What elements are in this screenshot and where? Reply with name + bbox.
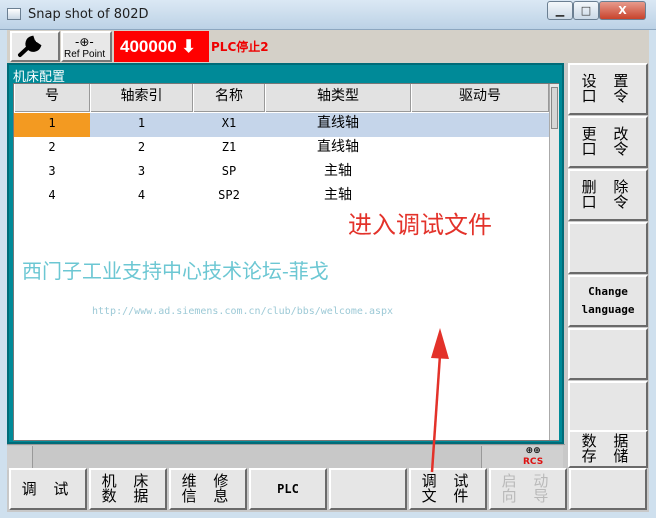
ref-point-icon: -⊕- <box>75 35 94 49</box>
set-password-softkey[interactable]: 设 置 口 令 <box>568 63 648 115</box>
machine-config-panel: 机床配置 号 轴索引 名称 轴类型 驱动号 1 1 X1 直线轴 2 2 Z1 … <box>7 63 564 444</box>
watermark-url: http://www.ad.siemens.com.cn/club/bbs/we… <box>92 306 394 317</box>
app-icon <box>7 8 21 20</box>
plc-softkey[interactable]: PLC <box>249 468 327 510</box>
cell-no: 2 <box>48 140 56 154</box>
annotation-text: 进入调试文件 <box>348 211 492 239</box>
message-field-right <box>481 446 563 470</box>
cell-no: 4 <box>48 188 56 202</box>
horizontal-softkey-8[interactable] <box>569 468 647 510</box>
vertical-softkey-7[interactable] <box>568 381 648 433</box>
ref-point-button[interactable]: -⊕- Ref Point <box>61 31 112 62</box>
cell-name: X1 <box>221 116 237 130</box>
startup-wizard-softkey[interactable]: 启 动 向 导 <box>489 468 567 510</box>
message-field-left <box>7 446 33 470</box>
cell-axis-index: 3 <box>137 164 146 178</box>
override-value: 400000 <box>120 37 177 56</box>
wrench-icon[interactable] <box>10 31 60 62</box>
column-header-no: 号 <box>14 84 90 112</box>
cell-no: 1 <box>14 113 90 137</box>
cell-no: 3 <box>48 164 56 178</box>
plc-status-text: PLC停止2 <box>211 40 269 54</box>
table-row[interactable]: 2 2 Z1 直线轴 <box>14 137 549 161</box>
commissioning-files-softkey[interactable]: 调 试 文 件 <box>409 468 487 510</box>
close-button[interactable]: X <box>599 1 646 20</box>
cell-axis-index: 2 <box>137 140 146 154</box>
cell-axis-index: 4 <box>137 188 146 202</box>
save-data-softkey[interactable]: 数 据 存 储 <box>568 430 648 468</box>
watermark-text: 西门子工业支持中心技术论坛-菲戈 <box>22 259 329 283</box>
minimize-button[interactable]: ▁ <box>547 1 573 20</box>
column-header-axis-type: 轴类型 <box>265 84 411 112</box>
delete-password-softkey[interactable]: 删 除 口 令 <box>568 169 648 221</box>
table-row[interactable]: 1 1 X1 直线轴 <box>14 113 549 137</box>
table-row[interactable]: 3 3 SP 主轴 <box>14 161 549 185</box>
cell-axis-type: 主轴 <box>324 163 352 179</box>
vertical-scrollbar[interactable] <box>549 84 559 440</box>
vertical-softkey-6[interactable] <box>568 328 648 380</box>
column-header-axis-index: 轴索引 <box>90 84 193 112</box>
horizontal-softkey-5[interactable] <box>329 468 407 510</box>
cell-drive <box>411 137 549 161</box>
service-info-softkey[interactable]: 维 修 信 息 <box>169 468 247 510</box>
column-header-drive: 驱动号 <box>411 84 549 112</box>
cell-axis-type: 直线轴 <box>317 115 359 131</box>
override-display: 400000 ⬇ <box>114 31 209 62</box>
window-title: Snap shot of 802D <box>28 7 149 22</box>
machine-data-softkey[interactable]: 机 床 数 据 <box>89 468 167 510</box>
cell-drive <box>411 113 549 137</box>
cell-axis-type: 直线轴 <box>317 139 359 155</box>
down-arrow-icon: ⬇ <box>181 37 196 56</box>
column-header-name: 名称 <box>193 84 265 112</box>
table-header: 号 轴索引 名称 轴类型 驱动号 <box>14 84 549 112</box>
cell-name: SP <box>221 164 237 178</box>
window-titlebar: Snap shot of 802D ▁ □ X <box>0 0 656 30</box>
change-language-softkey[interactable]: Change language <box>568 275 648 327</box>
commissioning-softkey[interactable]: 调 试 <box>9 468 87 510</box>
cell-name: SP2 <box>218 188 240 202</box>
cell-axis-index: 1 <box>137 116 146 130</box>
cell-name: Z1 <box>221 140 237 154</box>
rcs-connection-icon: ⊕⊕ RCS <box>523 446 544 467</box>
cell-drive <box>411 161 549 185</box>
message-bar: ⊕⊕ RCS <box>7 444 565 470</box>
top-status-bar: -⊕- Ref Point 400000 ⬇ PLC停止2 <box>7 30 649 63</box>
vertical-softkey-4[interactable] <box>568 222 648 274</box>
maximize-button[interactable]: □ <box>573 1 599 20</box>
change-password-softkey[interactable]: 更 改 口 令 <box>568 116 648 168</box>
scrollbar-thumb[interactable] <box>551 87 558 129</box>
ref-point-label: Ref Point <box>64 49 106 60</box>
